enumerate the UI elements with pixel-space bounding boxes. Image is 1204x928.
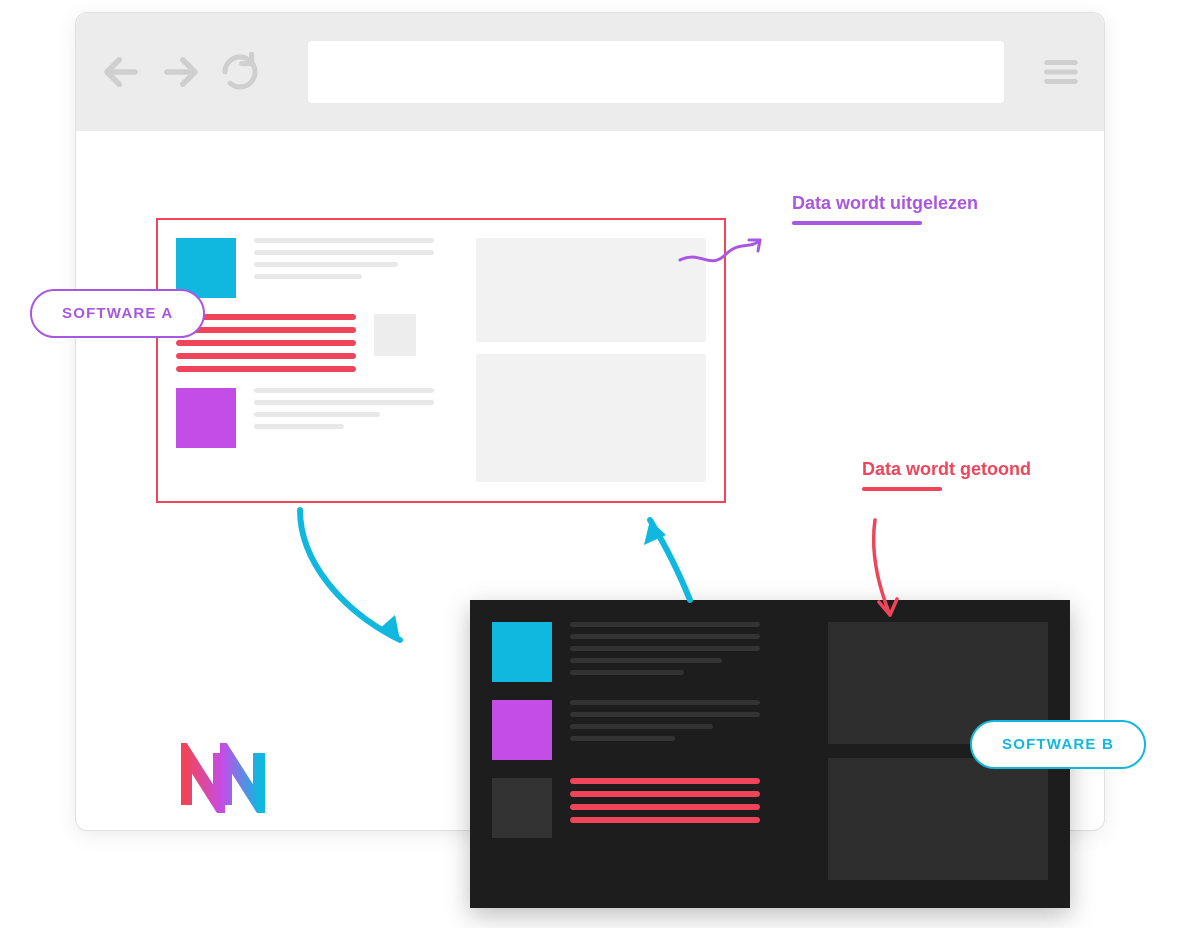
hamburger-icon[interactable] xyxy=(1042,53,1080,91)
underline xyxy=(862,487,942,491)
preview-box xyxy=(476,238,706,342)
preview-box xyxy=(476,354,706,482)
forward-icon[interactable] xyxy=(160,51,202,93)
software-a-label: SOFTWARE A xyxy=(30,289,205,338)
preview-box xyxy=(828,758,1048,880)
software-a-panel xyxy=(156,218,726,503)
text-lines xyxy=(254,238,434,279)
text-lines xyxy=(254,388,434,429)
annotation-show: Data wordt getoond xyxy=(862,458,1031,491)
thumbnail-magenta xyxy=(492,700,552,760)
preview-column xyxy=(476,238,706,482)
thumbnail-magenta xyxy=(176,388,236,448)
software-b-label: SOFTWARE B xyxy=(970,720,1146,769)
text-lines xyxy=(570,700,760,741)
text-lines-red xyxy=(570,778,760,823)
annotation-read: Data wordt uitgelezen xyxy=(792,192,978,225)
underline xyxy=(792,221,922,225)
text-lines xyxy=(570,622,760,675)
thumbnail-cyan xyxy=(492,622,552,682)
address-bar[interactable] xyxy=(308,41,1004,103)
browser-toolbar xyxy=(76,13,1104,131)
thumbnail-dark xyxy=(492,778,552,838)
annotation-text: Data wordt getoond xyxy=(862,459,1031,479)
thumbnail-gray xyxy=(374,314,416,356)
back-icon[interactable] xyxy=(100,51,142,93)
logo xyxy=(181,743,281,813)
annotation-text: Data wordt uitgelezen xyxy=(792,193,978,213)
refresh-icon[interactable] xyxy=(220,52,260,92)
